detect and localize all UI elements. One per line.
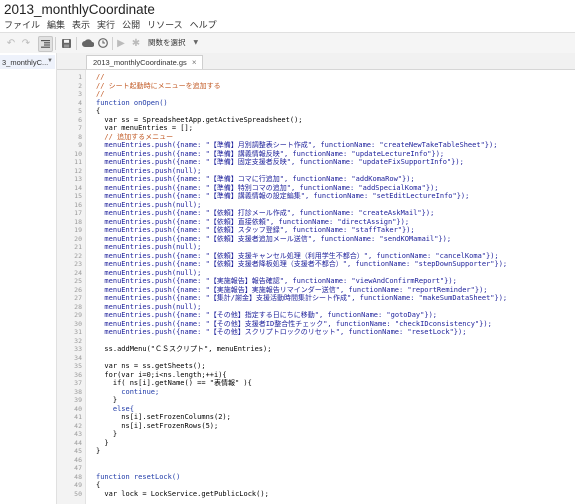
cloud-glyph <box>82 39 94 47</box>
file-tabs: 2013_monthlyCoordinate.gs × <box>57 53 575 70</box>
menu-file[interactable]: ファイル <box>4 18 40 32</box>
redo-icon[interactable]: ↷ <box>20 36 32 50</box>
code-line[interactable]: 50 var lock = LockService.getPublicLock(… <box>57 490 575 499</box>
function-select-label: 関数を選択 <box>148 37 186 47</box>
sidebar-file-label: 3_monthlyC... <box>2 57 49 67</box>
code-editor[interactable]: 1//2// シート起動時にメニューを追加する 3//4 function onOp… <box>57 70 575 504</box>
clock-glyph <box>98 38 108 48</box>
close-icon[interactable]: × <box>192 58 197 67</box>
code-text: var lock = LockService.getPublicLock(); <box>96 489 269 498</box>
save-icon[interactable] <box>60 36 72 50</box>
tab-label: 2013_monthlyCoordinate.gs <box>93 58 187 67</box>
indent-icon[interactable] <box>38 36 53 52</box>
menu-edit[interactable]: 編集 <box>47 18 65 32</box>
sidebar-file-item[interactable]: 3_monthlyC... ▼ <box>0 55 55 69</box>
tab-2013-monthlycoordinate-gs[interactable]: 2013_monthlyCoordinate.gs × <box>86 55 204 69</box>
function-select[interactable]: 関数を選択 ▼ <box>148 35 208 49</box>
toolbar: ↶ ↷ ▶ ✱ <box>0 32 575 54</box>
menu-publish[interactable]: 公開 <box>122 18 140 32</box>
title-bar: 2013_monthlyCoordinate <box>0 0 575 18</box>
toolbar-separator <box>55 37 56 50</box>
menu-run[interactable]: 実行 <box>97 18 115 32</box>
indent-glyph <box>41 40 50 48</box>
line-number: 50 <box>74 489 82 498</box>
debug-bug-icon[interactable]: ✱ <box>131 36 141 50</box>
menu-view[interactable]: 表示 <box>72 18 90 32</box>
menu-resources[interactable]: リソース <box>147 18 183 32</box>
chevron-down-icon[interactable]: ▼ <box>47 58 53 64</box>
toolbar-separator <box>112 37 113 50</box>
run-icon[interactable]: ▶ <box>116 36 126 50</box>
file-sidebar: 3_monthlyC... ▼ <box>0 53 57 504</box>
menu-help[interactable]: ヘルプ <box>190 18 217 32</box>
chevron-down-icon: ▼ <box>193 38 199 46</box>
deploy-cloud-icon[interactable] <box>81 36 95 50</box>
save-glyph <box>61 38 71 48</box>
document-title[interactable]: 2013_monthlyCoordinate <box>4 2 155 17</box>
triggers-clock-icon[interactable] <box>97 36 109 50</box>
menu-bar: ファイル 編集 表示 実行 公開 リソース ヘルプ <box>4 18 217 32</box>
toolbar-separator <box>76 37 77 50</box>
undo-icon[interactable]: ↶ <box>5 36 17 50</box>
